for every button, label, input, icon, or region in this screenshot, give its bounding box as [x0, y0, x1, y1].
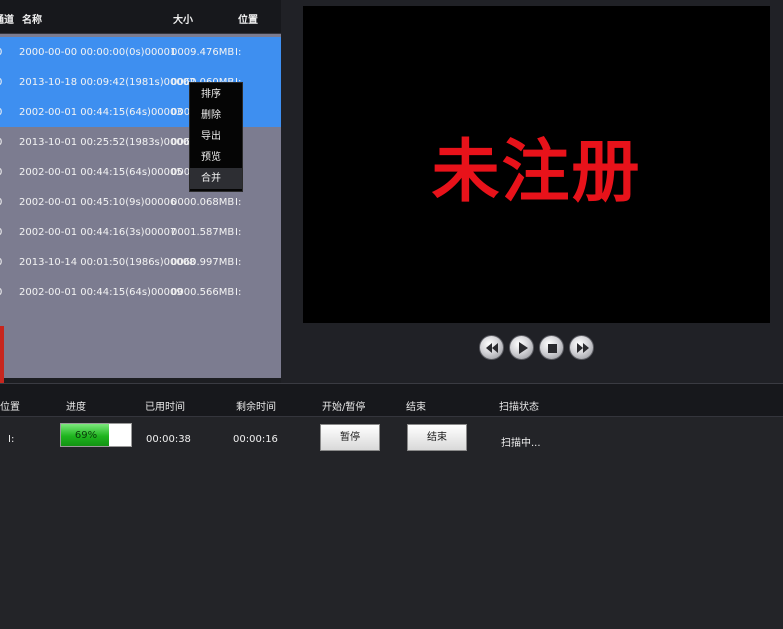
rewind-button[interactable] [479, 335, 504, 360]
header-start-pause: 开始/暂停 [322, 402, 366, 413]
scan-progress-panel: 位置 进度 已用时间 剩余时间 开始/暂停 结束 扫描状态 I: 69% 00:… [0, 383, 783, 629]
file-row-location: I: [235, 227, 242, 238]
column-header-location[interactable]: 位置 [238, 11, 258, 26]
file-row-name: 2002-00-01 00:44:15(64s)00003 [19, 107, 183, 118]
file-row-name: 2013-10-18 00:09:42(1981s)00002 [19, 77, 196, 88]
end-button[interactable]: 结束 [407, 424, 467, 451]
progress-table-header: 位置 进度 已用时间 剩余时间 开始/暂停 结束 扫描状态 [0, 383, 783, 417]
progress-label: 69% [74, 430, 98, 441]
header-progress: 进度 [66, 402, 86, 413]
header-scan-status: 扫描状态 [499, 402, 539, 413]
column-header-size[interactable]: 大小 [173, 11, 193, 26]
file-row-location: I: [235, 47, 242, 58]
fast-forward-button[interactable] [569, 335, 594, 360]
play-button[interactable] [509, 335, 534, 360]
remaining-time: 00:00:16 [233, 434, 278, 445]
file-row[interactable]: 0 2002-00-01 00:44:15(64s)000090000.566MB… [0, 277, 281, 307]
file-row-size: 0009.476MB [171, 47, 235, 58]
file-row-channel: 0 [0, 167, 2, 178]
header-end: 结束 [406, 402, 426, 413]
file-row-size: 0060.997MB [171, 257, 235, 268]
file-row[interactable]: 0 2013-10-14 00:01:50(1986s)000080060.997… [0, 247, 281, 277]
file-row-channel: 0 [0, 227, 2, 238]
context-menu-item[interactable]: 导出 [190, 126, 242, 147]
file-row-location: I: [235, 257, 242, 268]
file-row-channel: 0 [0, 137, 2, 148]
column-header-channel[interactable]: 通道 [0, 11, 14, 26]
context-menu-item[interactable]: 预览 [190, 147, 242, 168]
file-row-name: 2002-00-01 00:44:15(64s)00009 [19, 287, 183, 298]
context-menu-item[interactable]: 排序 [190, 84, 242, 105]
file-row-name: 2002-00-01 00:44:15(64s)00005 [19, 167, 183, 178]
pause-button[interactable]: 暂停 [320, 424, 380, 451]
file-row-channel: 0 [0, 287, 2, 298]
file-row-location: I: [235, 197, 242, 208]
file-row-channel: 0 [0, 77, 2, 88]
file-list-header: 通道 名称 大小 位置 [0, 0, 281, 34]
file-row-size: 0001.587MB [171, 227, 235, 238]
file-row-size: 0000.566MB [171, 287, 235, 298]
file-list-panel: 通道 名称 大小 位置 0 2000-00-00 00:00:00(0s)0000… [0, 0, 281, 378]
fast-forward-icon [577, 343, 589, 353]
context-menu-item[interactable]: 删除 [190, 105, 242, 126]
file-row-channel: 0 [0, 107, 2, 118]
scan-status: 扫描中... [501, 438, 541, 449]
header-location: 位置 [0, 402, 20, 413]
header-elapsed: 已用时间 [145, 402, 185, 413]
elapsed-time: 00:00:38 [146, 434, 191, 445]
header-remaining: 剩余时间 [236, 402, 276, 413]
rewind-icon [486, 343, 498, 353]
file-row-channel: 0 [0, 257, 2, 268]
file-row[interactable]: 0 2002-00-01 00:44:16(3s)000070001.587MBI… [0, 217, 281, 247]
context-menu-item[interactable]: 合并 [190, 168, 242, 189]
row-location: I: [8, 434, 15, 445]
scan-progress-bar: 69% [60, 423, 132, 447]
file-row-size: 0000.068MB [171, 197, 235, 208]
stop-icon [548, 344, 557, 353]
file-row-name: 2013-10-01 00:25:52(1983s)00004 [19, 137, 196, 148]
file-row-channel: 0 [0, 47, 2, 58]
side-edge-tab[interactable] [0, 326, 4, 386]
play-icon [519, 342, 528, 354]
video-preview: 未注册 [303, 6, 770, 323]
file-row-name: 2000-00-00 00:00:00(0s)00001 [19, 47, 177, 58]
unregistered-watermark: 未注册 [431, 133, 642, 212]
context-menu: 排序 删除 导出 预览 合并 [189, 82, 243, 192]
file-row-name: 2013-10-14 00:01:50(1986s)00008 [19, 257, 196, 268]
column-header-name[interactable]: 名称 [22, 11, 42, 26]
file-row-name: 2002-00-01 00:44:16(3s)00007 [19, 227, 177, 238]
stop-button[interactable] [539, 335, 564, 360]
file-row-name: 2002-00-01 00:45:10(9s)00006 [19, 197, 177, 208]
file-row-location: I: [235, 287, 242, 298]
file-row[interactable]: 0 2000-00-00 00:00:00(0s)000010009.476MBI… [0, 37, 281, 67]
file-row-channel: 0 [0, 197, 2, 208]
